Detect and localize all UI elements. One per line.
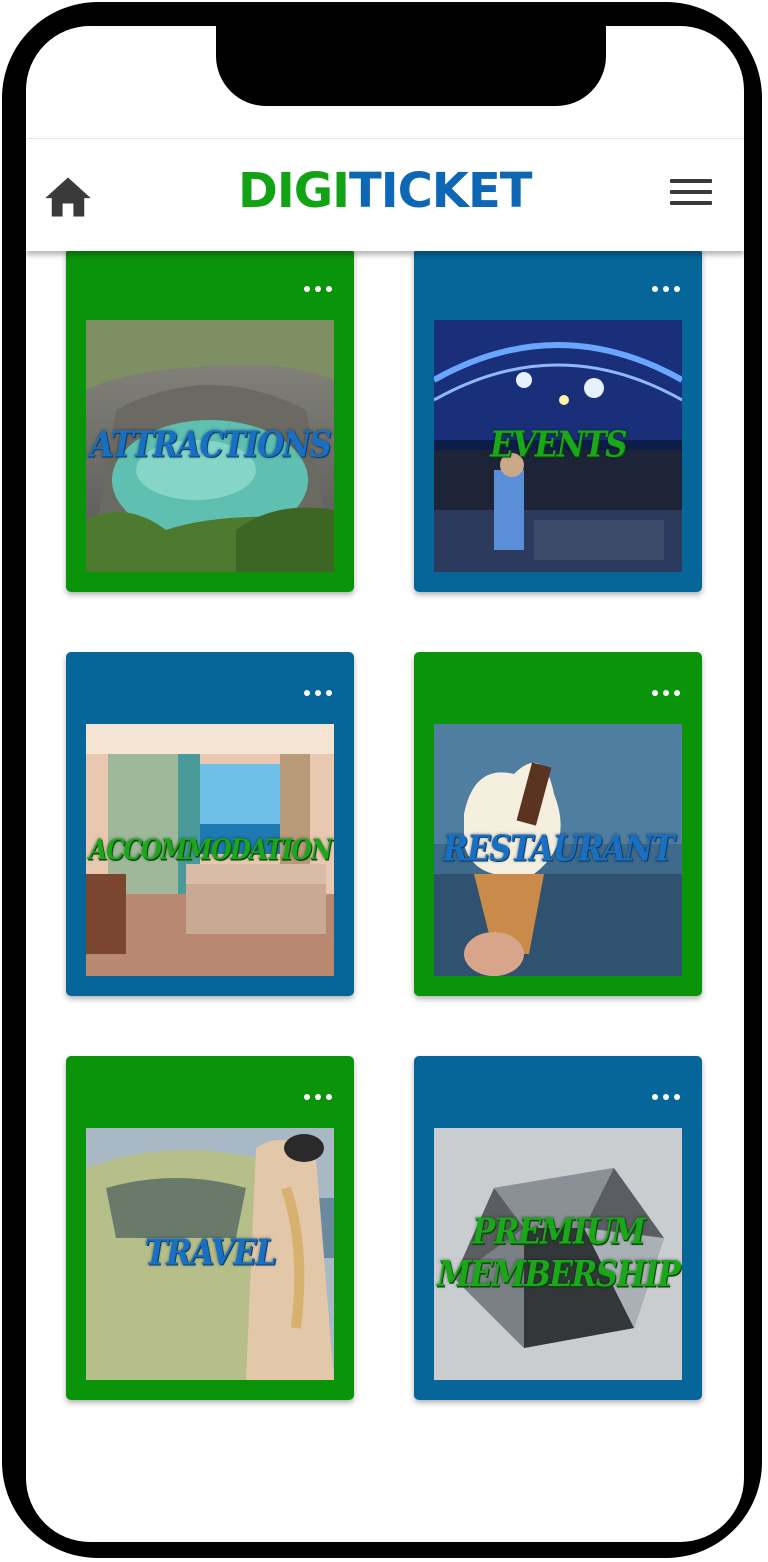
more-options-icon[interactable] xyxy=(652,1094,680,1100)
card-label: RESTAURANT xyxy=(442,828,675,871)
concert-dj-photo: EVENTS xyxy=(434,320,682,572)
card-label: PREMIUM MEMBERSHIP xyxy=(436,1211,681,1296)
card-label: TRAVEL xyxy=(144,1232,277,1275)
ice-cream-photo: RESTAURANT xyxy=(434,724,682,976)
phone-screen: DIGITICKET ATTRACTIONS EVENTS ACCOMMODAT… xyxy=(26,26,744,1542)
more-options-icon[interactable] xyxy=(304,286,332,292)
hamburger-menu-icon[interactable] xyxy=(670,179,712,213)
more-options-icon[interactable] xyxy=(652,690,680,696)
card-attractions[interactable]: ATTRACTIONS xyxy=(66,248,354,592)
phone-frame: DIGITICKET ATTRACTIONS EVENTS ACCOMMODAT… xyxy=(2,2,762,1558)
hotel-room-photo: ACCOMMODATION xyxy=(86,724,334,976)
card-label: ATTRACTIONS xyxy=(89,424,332,467)
digiticket-logo[interactable]: DIGITICKET xyxy=(238,163,533,219)
app-header: DIGITICKET xyxy=(26,138,744,251)
more-options-icon[interactable] xyxy=(652,286,680,292)
card-label: ACCOMMODATION xyxy=(88,832,333,866)
card-restaurant[interactable]: RESTAURANT xyxy=(414,652,702,996)
logo-part-blue: TICKET xyxy=(348,163,533,219)
more-options-icon[interactable] xyxy=(304,1094,332,1100)
home-icon[interactable] xyxy=(42,171,94,223)
card-travel[interactable]: TRAVEL xyxy=(66,1056,354,1400)
card-events[interactable]: EVENTS xyxy=(414,248,702,592)
card-accommodation[interactable]: ACCOMMODATION xyxy=(66,652,354,996)
card-premium-membership[interactable]: PREMIUM MEMBERSHIP xyxy=(414,1056,702,1400)
more-options-icon[interactable] xyxy=(304,690,332,696)
canyon-lake-photo: ATTRACTIONS xyxy=(86,320,334,572)
diamond-photo: PREMIUM MEMBERSHIP xyxy=(434,1128,682,1380)
logo-part-green: DIGI xyxy=(238,163,350,219)
card-label: EVENTS xyxy=(489,424,628,467)
vintage-car-photo: TRAVEL xyxy=(86,1128,334,1380)
phone-notch xyxy=(216,26,606,106)
